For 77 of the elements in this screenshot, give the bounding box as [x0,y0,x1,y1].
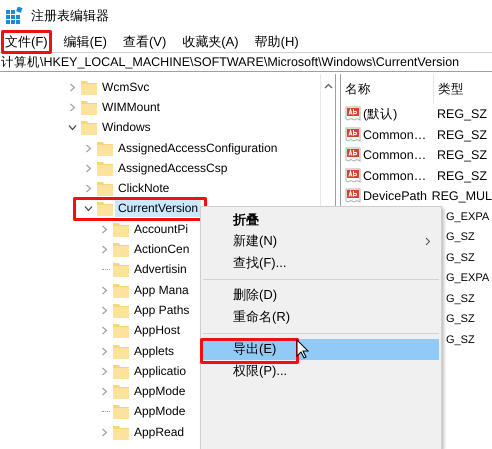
folder-icon [113,222,129,237]
menu-item[interactable]: 帮助(H) [254,32,300,50]
tree-item[interactable]: AccountPi [131,220,192,238]
value-type: REG_SZ [436,128,488,142]
context-menu-item[interactable]: 查找(F)... [203,252,439,274]
value-type: REG_SZ [436,168,488,183]
folder-icon [81,80,97,95]
string-value-icon [345,188,361,204]
folder-icon [113,282,129,298]
tree-item[interactable]: Windows [99,119,154,136]
value-type: G_EXPA [445,210,490,223]
string-value-icon [345,106,361,122]
value-name[interactable]: Common… [363,128,426,142]
value-type: REG_SZ [436,148,488,162]
value-type: G_EXPA [445,272,490,284]
tree-item[interactable]: WIMMount [99,98,164,116]
value-name[interactable]: Common… [363,148,426,162]
column-header[interactable]: 名称 [341,80,433,98]
folder-icon [113,384,129,400]
context-menu-item[interactable]: 折叠 [203,209,439,230]
folder-icon [97,181,113,196]
folder-icon [113,262,129,278]
context-menu-item[interactable]: 新建(N) [203,230,439,252]
context-menu-item[interactable]: 删除(D) [203,284,439,306]
folder-icon [113,364,129,379]
menu-item[interactable]: 收藏夹(A) [181,32,240,50]
string-value-icon [345,168,361,184]
menu-item[interactable]: 文件(F) [4,32,49,50]
context-menu-item[interactable]: 重命名(R) [203,306,439,328]
context-menu-item[interactable]: 导出(E) [203,338,439,360]
string-value-icon [345,147,361,164]
menu-item[interactable]: 查看(V) [122,32,168,50]
folder-icon [81,120,97,136]
value-type: REG_SZ [436,107,488,122]
scroll-up-icon[interactable] [324,83,332,89]
tree-item[interactable]: ClickNote [115,180,172,198]
folder-icon [113,302,129,318]
tree-item[interactable]: Advertisin [131,261,190,278]
folder-icon [113,323,129,338]
tree-item[interactable]: ActionCen [131,241,192,258]
folder-icon [113,404,129,420]
value-name[interactable]: (默认) [363,106,398,123]
folder-icon [81,100,97,115]
address-bar[interactable]: 计算机\HKEY_LOCAL_MACHINE\SOFTWARE\Microsoft\Windows\CurrentVersion [1,54,460,70]
string-value-icon [345,126,361,143]
folder-icon [113,424,129,440]
tree-item[interactable]: AssignedAccessConfiguration [115,140,280,157]
tree-item[interactable]: Applicatio [131,362,190,380]
tree-item[interactable]: AppMode [131,383,188,400]
tree-item[interactable]: Applets [131,342,178,360]
tree-item[interactable]: AppRead [131,424,188,441]
tree-item[interactable]: AssignedAccessCsp [115,160,230,177]
tree-item[interactable]: App Mana [131,282,192,299]
folder-icon [113,344,129,358]
registry-icon [6,7,23,24]
value-name[interactable]: DevicePath [363,189,427,204]
window-title: 注册表编辑器 [31,6,109,24]
value-type: G_SZ [445,252,475,264]
tree-item[interactable]: CurrentVersion [115,200,202,218]
value-type: G_SZ [445,334,475,346]
column-header[interactable]: 类型 [433,74,464,104]
menu-item[interactable]: 编辑(E) [62,32,108,50]
value-name[interactable]: Common… [363,168,426,183]
cursor-icon [296,339,309,359]
value-type: G_SZ [445,313,475,326]
context-menu-item[interactable]: 权限(P)... [203,360,439,382]
tree-item[interactable]: WcmSvc [99,78,152,96]
tree-item[interactable]: AppMode [131,403,188,420]
folder-icon [113,242,129,258]
value-type: REG_MUL [430,189,492,204]
value-type: G_SZ [445,292,475,305]
folder-icon [97,140,113,156]
tree-item[interactable]: App Paths [131,302,192,319]
value-type: G_SZ [445,231,475,244]
tree-item[interactable]: AppHost [131,322,184,340]
folder-icon [97,160,113,176]
folder-icon [97,201,113,216]
